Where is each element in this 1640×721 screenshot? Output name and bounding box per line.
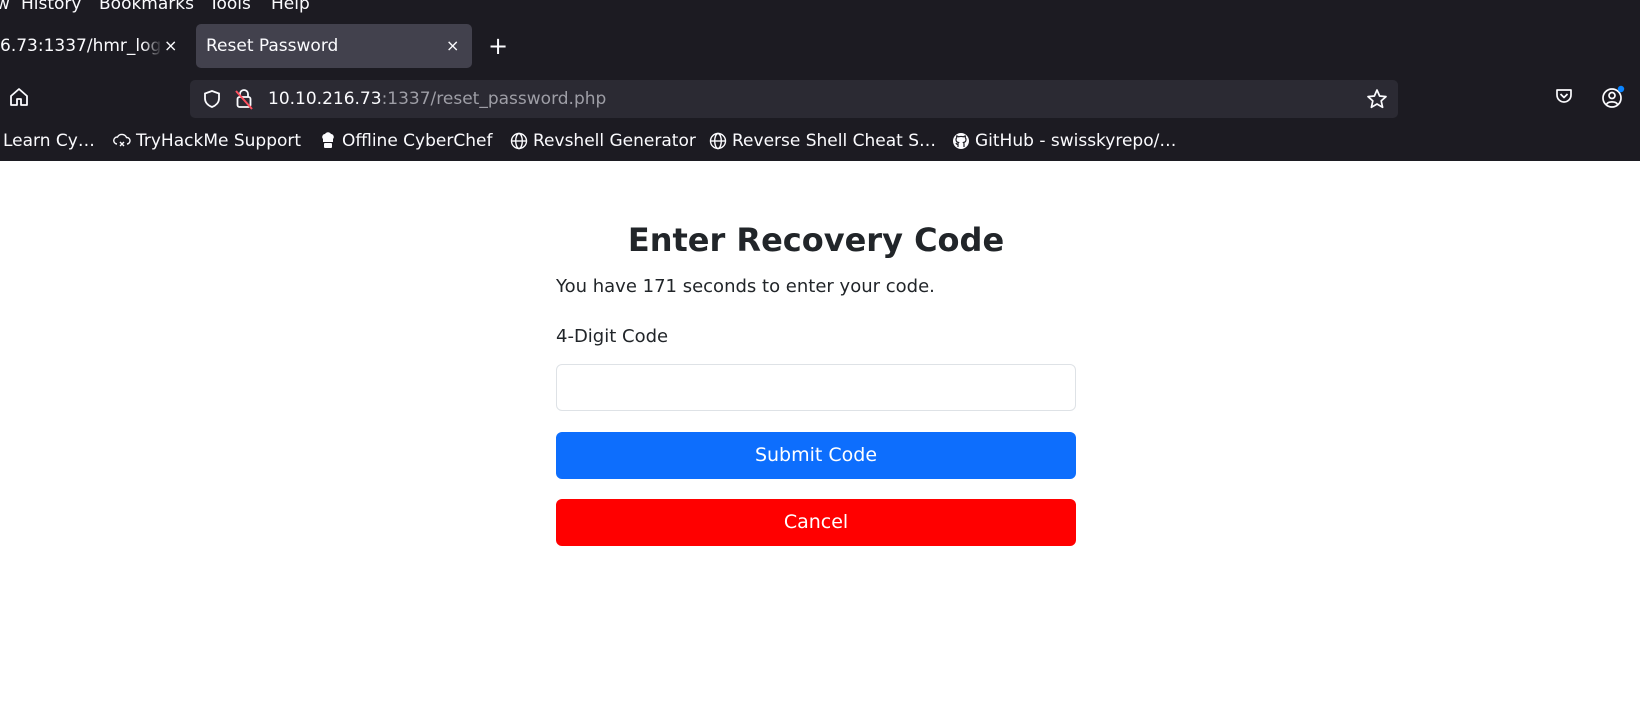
page-title: Enter Recovery Code [627,221,1005,259]
bookmarks-toolbar: Learn Cy… TryHackMe Support Offline Cybe… [0,126,1640,158]
browser-chrome: w History Bookmarks Tools Help 6.73:1337… [0,0,1640,161]
github-icon [951,131,971,151]
bookmark-tryhackme-support[interactable]: TryHackMe Support [112,130,301,152]
bookmark-label: Offline CyberChef [342,131,493,151]
url-host: 10.10.216.73 [268,89,382,109]
insecure-lock-icon[interactable] [234,88,254,114]
home-icon[interactable] [8,86,32,110]
page-content: Enter Recovery Code You have 171 seconds… [0,161,1640,721]
recovery-code-input[interactable] [556,364,1076,411]
submit-code-button[interactable]: Submit Code [556,432,1076,479]
tab-title: 6.73:1337/hmr_logs [0,36,162,56]
tab-hmr-logs[interactable]: 6.73:1337/hmr_logs × [0,24,184,68]
countdown-text: You have 171 seconds to enter your code. [556,276,935,297]
menu-item-view[interactable]: w [0,0,10,14]
tab-title: Reset Password [206,36,339,56]
tab-close-icon[interactable]: × [446,36,459,56]
cancel-button[interactable]: Cancel [556,499,1076,546]
tab-close-icon[interactable]: × [164,36,177,56]
bookmark-label: Reverse Shell Cheat S… [732,131,936,151]
bookmark-github-swisskyrepo[interactable]: GitHub - swisskyrepo/… [951,130,1176,152]
bookmark-label: Learn Cy… [3,131,95,151]
globe-icon [708,131,728,151]
bookmark-star-icon[interactable] [1366,88,1388,114]
menu-item-bookmarks[interactable]: Bookmarks [99,0,194,14]
account-icon[interactable] [1600,84,1626,114]
bookmark-revshell-generator[interactable]: Revshell Generator [509,130,696,152]
tab-reset-password[interactable]: Reset Password × [196,24,472,68]
bookmark-label: GitHub - swisskyrepo/… [975,131,1177,151]
globe-icon [509,131,529,151]
chef-icon [318,131,338,151]
cloud-icon [112,131,132,151]
bookmark-offline-cyberchef[interactable]: Offline CyberChef [318,130,492,152]
shield-icon[interactable] [202,89,222,113]
code-field-label: 4-Digit Code [556,326,669,347]
bookmark-label: TryHackMe Support [136,131,302,151]
bookmark-label: Revshell Generator [533,131,696,151]
new-tab-button[interactable]: + [488,33,508,59]
menu-item-help[interactable]: Help [271,0,310,14]
bookmark-learn-cyber[interactable]: Learn Cy… [3,130,95,152]
url-bar[interactable]: 10.10.216.73:1337/reset_password.php [190,80,1398,118]
pocket-icon[interactable] [1554,86,1574,110]
menu-item-tools[interactable]: Tools [209,0,251,14]
navigation-toolbar: 10.10.216.73:1337/reset_password.php [0,74,1640,124]
menu-bar: w History Bookmarks Tools Help [0,0,1640,14]
bookmark-reverse-shell-cheat-sheet[interactable]: Reverse Shell Cheat S… [708,130,936,152]
url-text[interactable]: 10.10.216.73:1337/reset_password.php [268,89,606,109]
menu-item-history[interactable]: History [21,0,81,14]
url-path: :1337/reset_password.php [381,89,607,109]
